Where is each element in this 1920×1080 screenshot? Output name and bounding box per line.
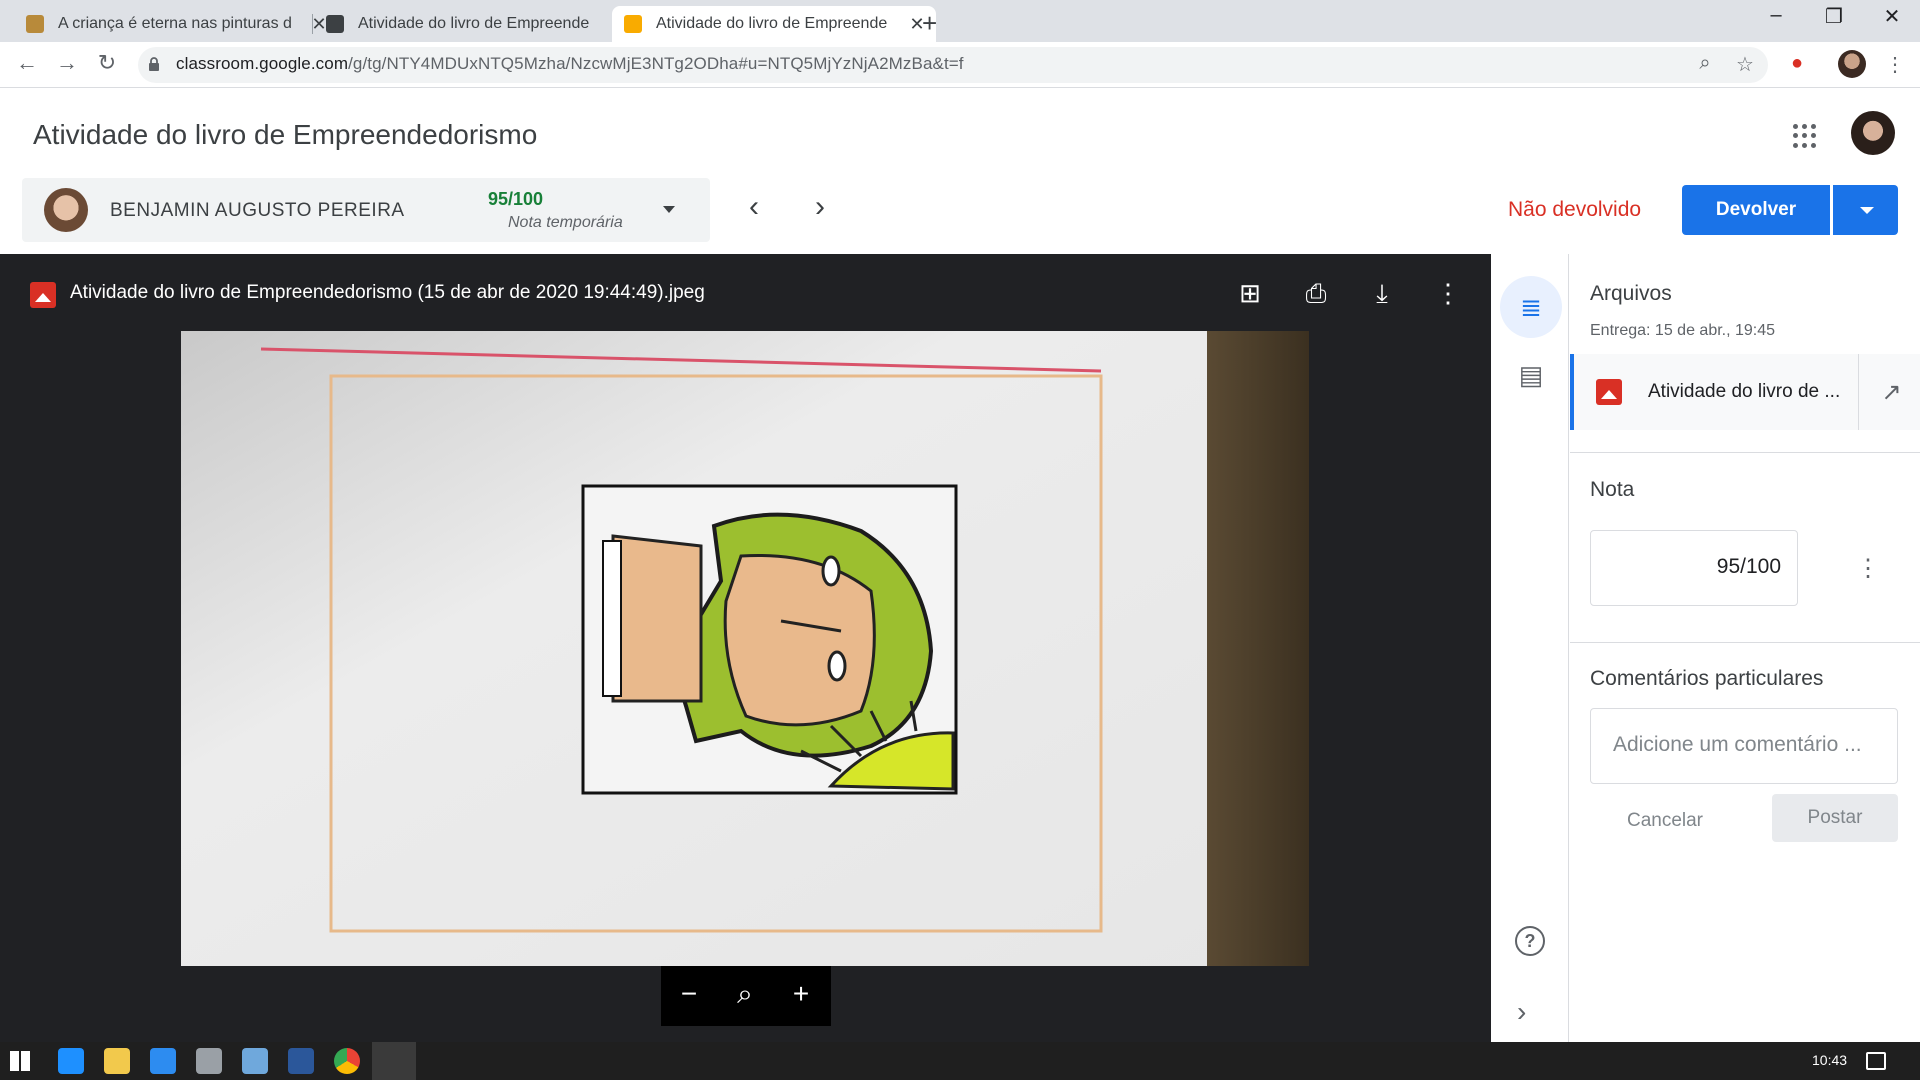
notifications-icon[interactable] [1866, 1052, 1886, 1070]
browser-menu-icon[interactable]: ⋮ [1880, 52, 1910, 77]
previous-student-icon[interactable]: ‹ [734, 190, 774, 224]
extension-icon[interactable]: ● [1782, 52, 1812, 75]
browser-toolbar: ← → ↻ classroom.google.com/g/tg/NTY4MDUx… [0, 42, 1920, 88]
help-icon[interactable]: ? [1515, 926, 1545, 956]
student-grade: 95/100 [488, 189, 544, 209]
files-heading: Arquivos [1590, 282, 1672, 305]
edge-icon[interactable] [58, 1048, 84, 1074]
submission-status: Não devolvido [1508, 198, 1642, 221]
restore-icon[interactable]: ❐ [1814, 4, 1854, 29]
submission-time: Entrega: 15 de abr., 19:45 [1590, 322, 1776, 339]
collapse-panel-icon[interactable]: › [1517, 996, 1526, 1028]
tab-title: A criança é eterna nas pinturas d [58, 15, 292, 32]
grade-heading: Nota [1590, 478, 1635, 501]
print-icon[interactable]: ⎙ [1299, 276, 1333, 310]
profile-avatar[interactable] [1838, 50, 1866, 78]
reload-icon[interactable]: ↻ [92, 50, 122, 76]
post-button[interactable]: Postar [1772, 794, 1898, 842]
classroom-favicon-icon [624, 15, 642, 33]
next-student-icon[interactable]: › [800, 190, 840, 224]
chrome-active-icon[interactable] [372, 1042, 416, 1080]
attachment-name: Atividade do livro de ... [1648, 381, 1841, 402]
taskbar-clock: 10:43 [1812, 1052, 1848, 1068]
more-options-icon[interactable]: ⋮ [1431, 276, 1465, 310]
minimize-icon[interactable]: – [1756, 4, 1796, 27]
comment-input[interactable]: Adicione um comentário ... [1590, 708, 1898, 784]
download-icon[interactable]: ⤓ [1365, 276, 1399, 310]
tab-title: Atividade do livro de Empreende [656, 15, 888, 32]
word-icon[interactable] [288, 1048, 314, 1074]
zoom-in-icon[interactable]: + [781, 978, 821, 1010]
grade-input[interactable]: 95/100 [1590, 530, 1798, 606]
submission-panel: Arquivos Entrega: 15 de abr., 19:45 Ativ… [1570, 254, 1920, 1042]
browser-tab-strip: A criança é eterna nas pinturas d ✕ Ativ… [0, 0, 1920, 42]
lock-icon [149, 57, 159, 71]
back-icon[interactable]: ← [12, 50, 42, 76]
browser-tab-active[interactable]: Atividade do livro de Empreende ✕ [612, 6, 936, 42]
add-comment-icon[interactable]: ⊞ [1233, 276, 1267, 310]
file-explorer-icon[interactable] [104, 1048, 130, 1074]
zoom-controls: − ⌕ + [661, 966, 831, 1026]
painting-favicon-icon [26, 15, 44, 33]
account-avatar[interactable] [1851, 111, 1895, 155]
magnifier-icon[interactable]: ⌕ [725, 978, 765, 1011]
zoom-out-icon[interactable]: − [669, 978, 709, 1010]
files-tab-icon[interactable]: ≣ [1500, 276, 1562, 338]
side-rail: ≣ ▤ ? › [1491, 254, 1569, 1042]
chevron-down-icon[interactable] [663, 206, 675, 213]
tab-title: Atividade do livro de Empreende [358, 15, 590, 32]
cancel-button[interactable]: Cancelar [1610, 810, 1720, 832]
browser-tab[interactable]: A criança é eterna nas pinturas d ✕ [14, 6, 338, 42]
student-name: BENJAMIN AUGUSTO PEREIRA [110, 200, 405, 221]
viewer-file-name: Atividade do livro de Empreendedorismo (… [70, 282, 705, 303]
windows-taskbar: 10:43 [0, 1042, 1920, 1080]
mail-icon[interactable] [150, 1048, 176, 1074]
windows-start-icon[interactable] [10, 1051, 30, 1071]
grade-note: Nota temporária [508, 214, 623, 231]
google-apps-icon[interactable] [1793, 124, 1817, 148]
app-header: Atividade do livro de Empreendedorismo [0, 89, 1920, 179]
student-avatar [44, 188, 88, 232]
grade-options-icon[interactable]: ⋮ [1856, 554, 1880, 583]
bookmark-star-icon[interactable]: ☆ [1730, 52, 1760, 77]
forward-icon[interactable]: → [52, 50, 82, 76]
return-options-button[interactable] [1833, 185, 1898, 235]
comments-tab-icon[interactable]: ▤ [1500, 344, 1562, 406]
image-file-icon [1596, 379, 1622, 405]
zoom-icon[interactable]: ⌕ [1690, 52, 1720, 75]
return-button[interactable]: Devolver [1682, 185, 1830, 235]
close-window-icon[interactable]: ✕ [1872, 4, 1912, 29]
new-tab-button[interactable]: + [922, 8, 937, 39]
student-selector[interactable]: BENJAMIN AUGUSTO PEREIRA 95/100 Nota tem… [22, 178, 710, 242]
chevron-down-icon [1860, 207, 1874, 214]
url-text[interactable]: classroom.google.com/g/tg/NTY4MDUxNTQ5Mz… [176, 54, 964, 74]
app-icon[interactable] [242, 1048, 268, 1074]
store-icon[interactable] [196, 1048, 222, 1074]
student-drawing-image [181, 331, 1309, 966]
attachment-item[interactable]: Atividade do livro de ... ↗ [1570, 354, 1920, 430]
browser-tab[interactable]: Atividade do livro de Empreende ✕ [314, 6, 638, 42]
private-comments-heading: Comentários particulares [1590, 667, 1824, 690]
chrome-icon[interactable] [334, 1048, 360, 1074]
image-file-icon [30, 282, 56, 308]
open-in-new-icon[interactable]: ↗ [1858, 354, 1920, 430]
classroom-favicon-icon [326, 15, 344, 33]
page-title: Atividade do livro de Empreendedorismo [33, 119, 538, 150]
